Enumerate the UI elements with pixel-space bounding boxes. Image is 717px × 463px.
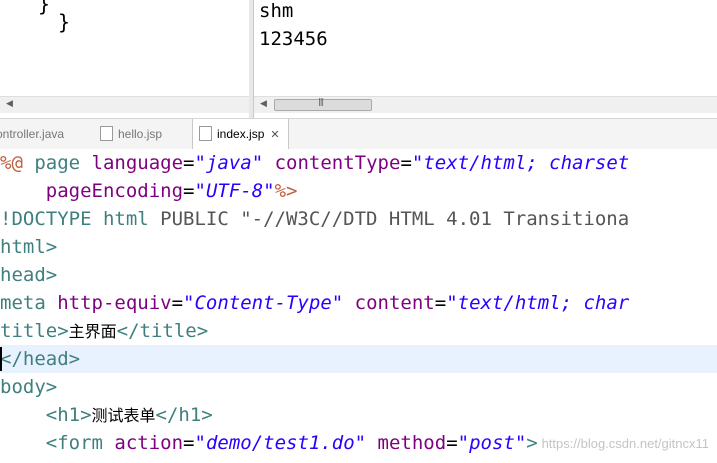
code-token: </title> [116, 320, 209, 342]
code-token: contentType [274, 152, 401, 174]
code-token: <form [45, 432, 115, 454]
code-token: > [526, 432, 538, 454]
jsp-file-icon [199, 126, 212, 142]
tab-index-jsp[interactable]: index.jsp ✕ [192, 119, 289, 150]
code-token: body> [0, 376, 58, 398]
console-output-line: shm [259, 0, 294, 22]
code-line: %@ page language="java" contentType="tex… [0, 149, 629, 177]
code-line: html> [0, 233, 57, 261]
code-token: "UTF-8" [194, 180, 275, 202]
code-token: content [354, 292, 435, 314]
code-token: title> [0, 320, 69, 342]
code-editor[interactable]: %@ page language="java" contentType="tex… [0, 149, 717, 463]
editor-tab-bar: ontroller.java hello.jsp index.jsp ✕ [0, 118, 717, 150]
tab-label: hello.jsp [118, 127, 163, 141]
code-line: title>主界面</title> [0, 317, 208, 345]
code-token: = [400, 152, 412, 174]
code-token: %> [274, 180, 298, 202]
code-token: html [102, 208, 161, 230]
code-token: language [91, 152, 184, 174]
code-brace: } [58, 10, 71, 34]
code-token: %@ [0, 152, 35, 174]
code-token: "java" [194, 152, 264, 174]
grip-icon: ||| [318, 97, 324, 106]
console-horizontal-scrollbar[interactable]: ◀ ||| [254, 96, 717, 113]
watermark: https://blog.csdn.net/gitncx11 [541, 436, 709, 451]
code-token: = [183, 180, 195, 202]
text-cursor [0, 347, 2, 371]
code-token: = [183, 152, 195, 174]
code-token: = [434, 292, 447, 314]
code-token: PUBLIC "-//W3C//DTD HTML 4.01 Transition… [160, 208, 630, 230]
tab-controller-java[interactable]: ontroller.java [0, 119, 64, 149]
code-line-current: </head> [0, 345, 717, 373]
code-token: !DOCTYPE [0, 208, 103, 230]
tab-hello-jsp[interactable]: hello.jsp [100, 119, 162, 149]
tab-label: ontroller.java [0, 127, 65, 141]
code-line: !DOCTYPE html PUBLIC "-//W3C//DTD HTML 4… [0, 205, 629, 233]
jsp-file-icon [100, 126, 113, 142]
code-brace-partial: } [38, 0, 51, 16]
code-line: pageEncoding="UTF-8"%> [0, 177, 298, 205]
code-token: "demo/test1.do" [194, 432, 367, 454]
code-token: = [171, 292, 184, 314]
code-token: = [446, 432, 458, 454]
console-pane: shm 123456 ◀ ||| [253, 0, 717, 118]
code-token: pageEncoding [45, 180, 184, 202]
left-horizontal-scrollbar[interactable]: ◀ [0, 96, 249, 113]
code-token: 测试表单 [91, 406, 156, 425]
code-line: <h1>测试表单</h1> [0, 401, 213, 429]
outline-pane: } } ◀ [0, 0, 250, 118]
code-token: html> [0, 236, 58, 258]
code-token: meta [0, 292, 58, 314]
code-token: "text/html; char [446, 292, 630, 314]
code-token: action [114, 432, 184, 454]
code-line: meta http-equiv="Content-Type" content="… [0, 289, 629, 317]
code-line: head> [0, 261, 57, 289]
scroll-left-arrow-icon[interactable]: ◀ [6, 99, 13, 109]
code-token: head> [0, 264, 58, 286]
code-token: "Content-Type" [183, 292, 344, 314]
scroll-left-arrow-icon[interactable]: ◀ [260, 99, 267, 109]
code-token: </h1> [155, 404, 213, 426]
tab-label: index.jsp [217, 127, 265, 141]
code-token: <h1> [45, 404, 92, 426]
close-tab-icon[interactable]: ✕ [270, 129, 279, 141]
code-token: </head> [0, 348, 81, 370]
code-token: method [377, 432, 447, 454]
code-token: page [34, 152, 92, 174]
code-line: <form action="demo/test1.do" method="pos… [0, 429, 538, 457]
console-output-line: 123456 [259, 28, 328, 50]
code-token: "post" [457, 432, 527, 454]
scrollbar-thumb[interactable]: ||| [274, 97, 372, 111]
code-token: "text/html; charset [411, 152, 630, 174]
code-token: http-equiv [57, 292, 172, 314]
code-line: body> [0, 373, 57, 401]
code-token: = [183, 432, 195, 454]
code-token: 主界面 [68, 322, 117, 341]
